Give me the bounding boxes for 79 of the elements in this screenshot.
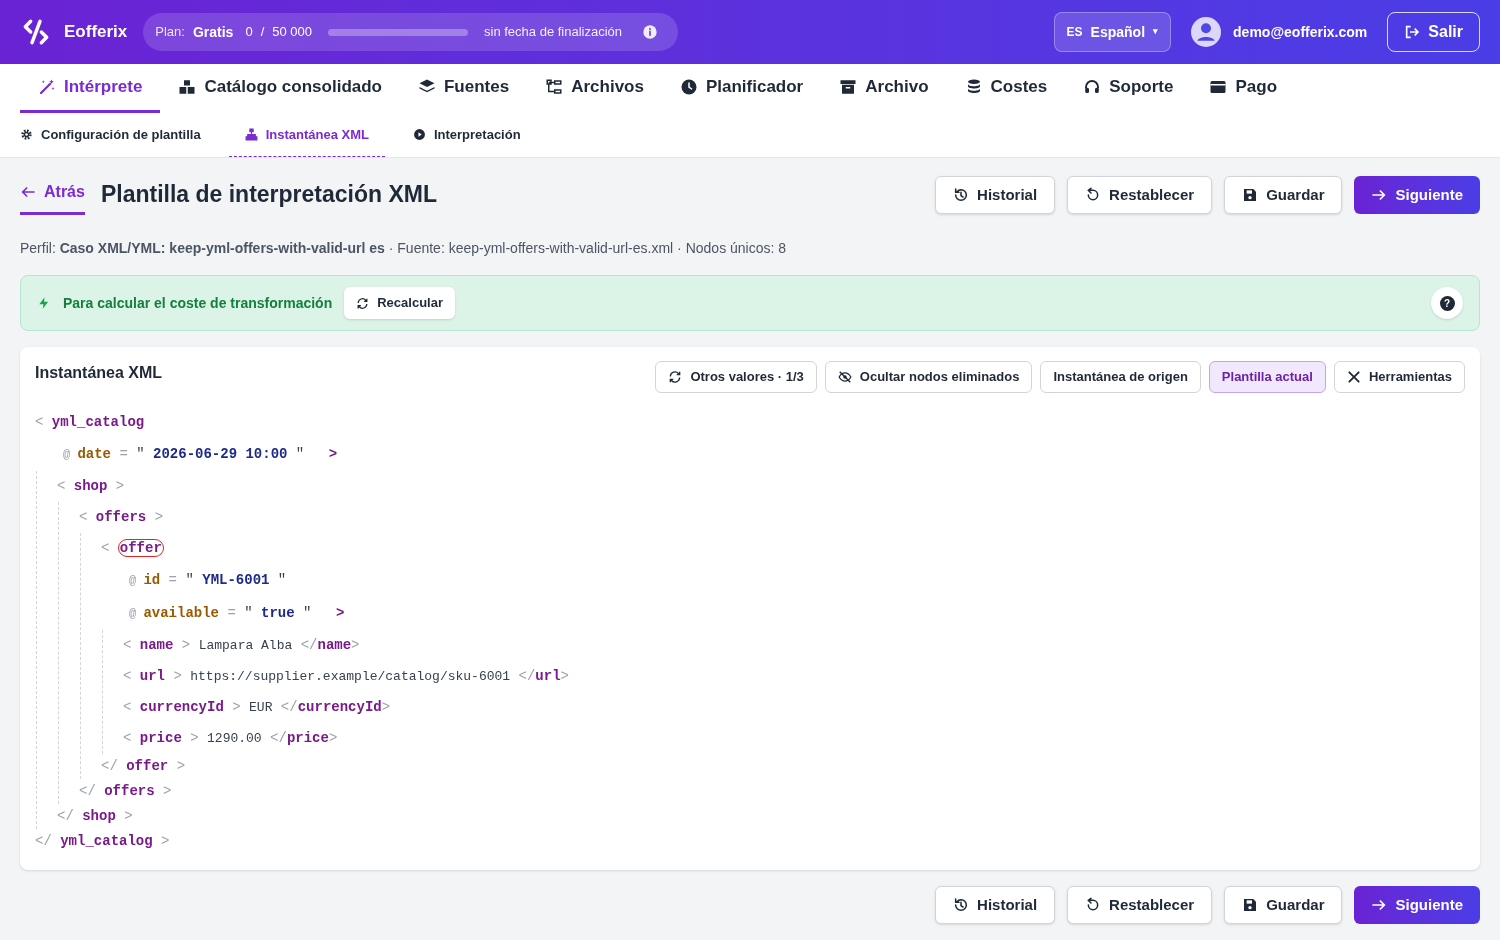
sub-tab[interactable]: Interpretación [396, 113, 537, 157]
clock-icon [679, 78, 698, 96]
xml-open-tag: < offers > [79, 507, 164, 528]
history-icon [953, 897, 970, 913]
xml-attribute-line: @ available = " true " > [129, 604, 345, 623]
eye-slash-icon [837, 370, 852, 384]
credit-card-icon [1209, 78, 1228, 96]
help-button[interactable]: ? [1431, 287, 1463, 319]
xml-attribute-line: @ date = " 2026-06-29 10:00 " > [63, 445, 338, 464]
logout-icon [1404, 24, 1421, 40]
next-button[interactable]: Siguiente [1354, 176, 1480, 214]
plan-label: Plan: [155, 23, 185, 42]
folder-tree-icon [545, 78, 564, 96]
history-button[interactable]: Historial [935, 886, 1056, 924]
toolbar-button[interactable]: Herramientas [1333, 361, 1465, 393]
headset-icon [1083, 78, 1102, 96]
nav-tab[interactable]: Archivos [527, 64, 662, 113]
nav-tab[interactable]: Soporte [1065, 64, 1192, 113]
xml-element-line: < url > https://supplier.example/catalog/sku-6001 </url> [123, 667, 569, 686]
reset-button[interactable]: Restablecer [1067, 176, 1213, 214]
back-link[interactable]: Atrás [20, 180, 85, 215]
play-icon [412, 128, 426, 141]
info-icon [642, 24, 659, 40]
toolbar-button[interactable]: Ocultar nodos eliminados [824, 361, 1033, 393]
toolbar-button[interactable]: Otros valores · 1/3 [655, 361, 817, 393]
recalculate-button[interactable]: Recalcular [344, 287, 455, 319]
arrow-right-icon [1371, 187, 1388, 203]
toolbar-button[interactable]: Instantánea de origen [1040, 361, 1201, 393]
nav-tab[interactable]: Pago [1191, 64, 1295, 113]
reset-button[interactable]: Restablecer [1067, 886, 1213, 924]
brand-name: Eofferix [64, 21, 128, 44]
xml-element-line: < name > Lampara Alba </name> [123, 636, 360, 655]
nav-tab[interactable]: Catálogo consolidado [160, 64, 400, 113]
save-button[interactable]: Guardar [1224, 886, 1343, 924]
quota-separator: / [260, 23, 265, 42]
history-icon [953, 187, 970, 203]
xml-close-tag: </ offer > [101, 756, 186, 777]
save-button[interactable]: Guardar [1224, 176, 1343, 214]
magic-wand-icon [38, 78, 56, 96]
repeat-icon [668, 370, 683, 384]
sub-tab[interactable]: Configuración de plantilla [20, 113, 217, 157]
card-title: Instantánea XML [35, 363, 163, 383]
toolbar-button[interactable]: Plantilla actual [1208, 361, 1326, 393]
lightning-icon [37, 296, 51, 310]
nav-tab[interactable]: Planificador [661, 64, 822, 113]
profile-info: Perfil: Caso XML/YML: keep-yml-offers-with-valid-url es · Fuente: keep-yml-offers-with-valid-url-es.xml · Nodos únicos: 8 [20, 239, 788, 258]
banner-text: Para calcular el coste de transformación [63, 293, 333, 313]
history-button[interactable]: Historial [935, 176, 1056, 214]
sub-tab[interactable]: Instantánea XML [228, 113, 385, 157]
nav-tab[interactable]: Costes [946, 64, 1066, 113]
next-button[interactable]: Siguiente [1354, 886, 1480, 924]
save-icon [1242, 897, 1259, 913]
refresh-icon [356, 296, 370, 310]
xml-attribute-line: @ id = " YML-6001 " [129, 571, 287, 590]
language-button[interactable]: ES Español ▾ [1053, 12, 1172, 52]
gear-icon [20, 128, 33, 141]
save-icon [1242, 187, 1259, 203]
page-title: Plantilla de interpretación XML [100, 180, 438, 209]
avatar-icon [1191, 17, 1222, 47]
xml-element-line: < price > 1290.00 </price> [123, 729, 338, 748]
nav-tab[interactable]: Archivo [821, 64, 947, 113]
xml-open-tag: < shop > [57, 476, 125, 497]
xml-close-tag: </ offers > [79, 781, 172, 802]
plan-expiry: sin fecha de finalización [484, 23, 623, 42]
logout-button[interactable]: Salir [1387, 12, 1480, 52]
xml-close-tag: </ yml_catalog > [35, 831, 170, 852]
xml-open-tag: < yml_catalog [35, 412, 145, 433]
plan-name: Gratis [192, 22, 234, 42]
boxes-icon [178, 78, 197, 96]
arrow-right-icon [1371, 897, 1388, 913]
xml-close-tag: </ shop > [57, 806, 133, 827]
nav-tab[interactable]: Intérprete [20, 64, 161, 113]
user-email[interactable]: demo@eofferix.com [1233, 21, 1368, 43]
archive-box-icon [839, 78, 858, 96]
nav-tab[interactable]: Fuentes [400, 64, 528, 113]
quota-used: 0 [245, 23, 253, 42]
xml-element-line: < currencyId > EUR </currencyId> [123, 698, 391, 717]
arrow-left-icon [20, 184, 36, 200]
quota-limit: 50 000 [272, 23, 313, 42]
